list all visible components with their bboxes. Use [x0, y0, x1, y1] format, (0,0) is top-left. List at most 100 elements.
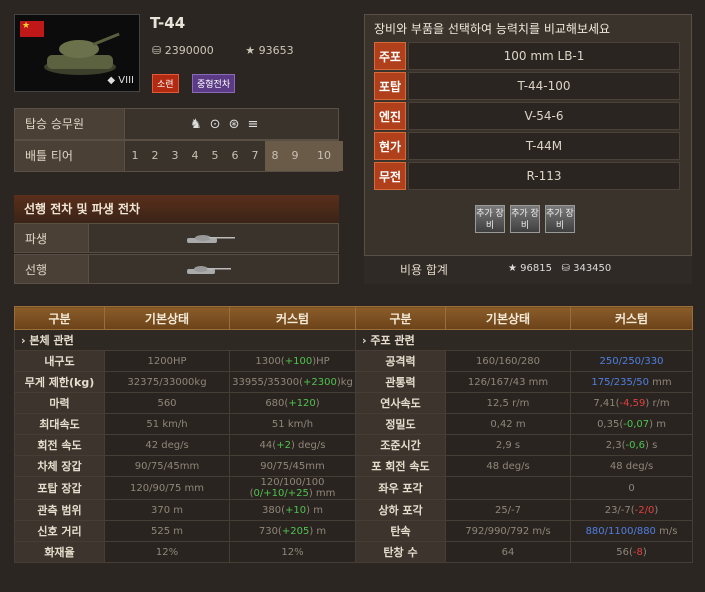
extra-equipment-button-1[interactable]: 추가 장비 — [475, 205, 505, 233]
stat-base-value: 525 m — [104, 520, 230, 542]
stat-custom-value: 120/100/100 (0/+10/+25) mm — [229, 476, 356, 500]
crew-row: 탑승 승무원 ♞⊙⊛≡ — [14, 108, 339, 140]
stat-label: 연사속도 — [355, 392, 446, 414]
stat-label: 관측 범위 — [14, 499, 105, 521]
tier-cell: 3 — [171, 149, 179, 162]
module-row-engine[interactable]: 엔진 V-54-6 — [374, 102, 680, 130]
header-category: 구분 — [355, 306, 446, 330]
stat-custom-value: 2,3(-0,6) s — [570, 434, 693, 456]
loader-icon: ≡ — [247, 117, 267, 132]
section-body: › 본체 관련 — [14, 329, 356, 351]
stat-base-value: 42 deg/s — [104, 434, 230, 456]
stat-custom-value: 48 deg/s — [570, 455, 693, 477]
tier-label: 배틀 티어 — [15, 141, 125, 171]
stat-custom-value: 680(+120) — [229, 392, 356, 414]
extra-equipment-button-2[interactable]: 추가 장비 — [510, 205, 540, 233]
stat-base-value: 792/990/792 m/s — [445, 520, 571, 542]
module-select[interactable]: V-54-6 — [408, 102, 680, 130]
tier-cell: 4 — [191, 149, 199, 162]
stat-custom-part: 0 — [628, 482, 635, 494]
lineage-title: 선행 전차 및 파생 전차 — [14, 195, 339, 223]
country-tag: 소련 — [152, 74, 179, 93]
module-row-turret[interactable]: 포탑 T-44-100 — [374, 72, 680, 100]
extra-equipment-button-3[interactable]: 추가 장비 — [545, 205, 575, 233]
comparison-table: 구분 기본상태 커스텀 구분 기본상태 커스텀 › 본체 관련 › 주포 관련 … — [14, 306, 693, 563]
module-select[interactable]: 100 mm LB-1 — [408, 42, 680, 70]
tank-name: T-44 — [150, 14, 186, 32]
stat-custom-part: 12% — [281, 546, 304, 558]
table-row: 관측 범위 370 m 380(+10) m 상하 포각 25/-7 23/-7(-2/0… — [14, 499, 693, 521]
stat-custom-value: 380(+10) m — [229, 499, 356, 521]
section-body-label: 본체 관련 — [29, 334, 74, 347]
stat-custom-value: 1300(+100)HP — [229, 350, 356, 372]
stat-base-value: 12,5 r/m — [445, 392, 571, 414]
stat-custom-part: m/s — [655, 525, 678, 537]
stat-custom-part: )kg — [336, 376, 353, 388]
stat-custom-part: -2/0 — [634, 504, 655, 516]
stat-custom-value: 730(+205) m — [229, 520, 356, 542]
stat-custom-value: 33955/35300(+2300)kg — [229, 371, 356, 393]
derived-tank-icon[interactable] — [185, 234, 237, 244]
crew-icons: ♞⊙⊛≡ — [190, 117, 266, 132]
class-tag: 중형전차 — [192, 74, 236, 93]
tier-cell: 6 — [231, 149, 239, 162]
tier-cell: 8 — [265, 141, 285, 171]
credit-price: ⛁ 2390000 — [152, 44, 214, 57]
stat-custom-part: +100 — [284, 355, 313, 367]
stat-custom-part: 680( — [265, 397, 289, 409]
module-row-suspension[interactable]: 현가 T-44M — [374, 132, 680, 160]
stat-label: 포탑 장갑 — [14, 476, 105, 500]
module-select[interactable]: T-44M — [408, 132, 680, 160]
header-base: 기본상태 — [104, 306, 230, 330]
stat-custom-value: 56(-8) — [570, 541, 693, 563]
section-gun: › 주포 관련 — [355, 329, 693, 351]
xp-price: ★ 93653 — [245, 44, 294, 57]
header-base: 기본상태 — [445, 306, 571, 330]
derived-row: 파생 — [14, 223, 339, 253]
cost-credits: 343450 — [573, 263, 612, 274]
stat-custom-part: ) deg/s — [290, 439, 326, 451]
tier-cell: 9 — [285, 141, 305, 171]
header-custom: 커스텀 — [229, 306, 356, 330]
header-category: 구분 — [14, 306, 105, 330]
tier-cell: 2 — [151, 149, 159, 162]
stat-custom-part: ) mm — [308, 488, 336, 499]
module-row-gun[interactable]: 주포 100 mm LB-1 — [374, 42, 680, 70]
module-key: 엔진 — [374, 102, 406, 130]
stat-custom-value: 7,41(-4,59) r/m — [570, 392, 693, 414]
stat-custom-part: 90/75/45mm — [260, 460, 325, 472]
module-select[interactable]: T-44-100 — [408, 72, 680, 100]
module-title: 장비와 부품을 선택하여 능력치를 비교해보세요 — [374, 22, 611, 36]
stat-custom-part: 1300( — [255, 355, 285, 367]
stat-custom-part: 730( — [258, 525, 282, 537]
stat-custom-part: mm — [648, 376, 672, 388]
derived-label: 파생 — [15, 224, 89, 252]
module-key: 현가 — [374, 132, 406, 160]
stat-label: 관통력 — [355, 371, 446, 393]
stat-label: 상하 포각 — [355, 499, 446, 521]
stat-custom-value: 90/75/45mm — [229, 455, 356, 477]
module-row-radio[interactable]: 무전 R-113 — [374, 162, 680, 190]
stat-custom-part: -0,6 — [625, 439, 646, 451]
crew-label: 탑승 승무원 — [15, 109, 125, 139]
stat-custom-part: ) s — [645, 439, 658, 451]
stat-base-value: 1200HP — [104, 350, 230, 372]
stat-label: 신호 거리 — [14, 520, 105, 542]
stat-base-value: 48 deg/s — [445, 455, 571, 477]
module-key: 무전 — [374, 162, 406, 190]
stat-custom-part: +10 — [285, 504, 307, 516]
previous-tank-icon[interactable] — [185, 265, 237, 275]
stat-label: 탄창 수 — [355, 541, 446, 563]
stat-custom-part: 7,41( — [593, 397, 620, 409]
tier-row: 배틀 티어 1 2 3 4 5 6 7 8 9 10 — [14, 140, 343, 172]
stat-custom-part: +2 — [276, 439, 291, 451]
table-row: 화재율 12% 12% 탄창 수 64 56(-8) — [14, 541, 693, 563]
stat-label: 탄속 — [355, 520, 446, 542]
module-select[interactable]: R-113 — [408, 162, 680, 190]
stat-base-value: 90/75/45mm — [104, 455, 230, 477]
xp-icon: ★ — [508, 263, 517, 274]
stat-custom-part: 2,3( — [605, 439, 626, 451]
tank-icon — [44, 32, 120, 75]
commander-icon: ♞ — [190, 117, 210, 132]
cost-values: ★ 96815 ⛁ 343450 — [508, 263, 611, 274]
